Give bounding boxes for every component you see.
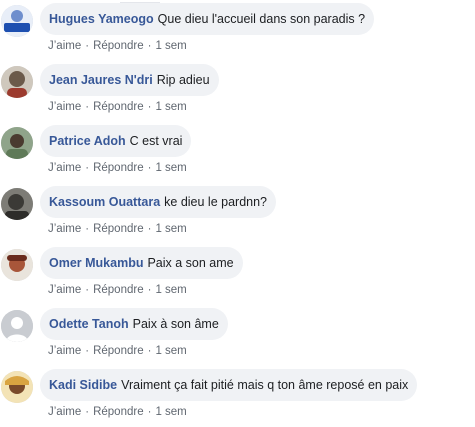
like-button[interactable]: J’aime [48,406,81,418]
comment-text: Paix a son ame [147,256,234,270]
reply-button[interactable]: Répondre [93,284,144,296]
profile-photo-icon [1,188,33,220]
comment-actions: J’aime · Répondre · 1 sem [48,40,187,52]
comment-actions: J’aime · Répondre · 1 sem [48,101,187,113]
comment-item: Omer Mukambu Paix a son ame J’aime · Répon… [0,244,475,305]
separator: · [85,223,90,235]
comment-timestamp[interactable]: 1 sem [155,162,186,174]
comment-item: Kassoum Ouattara ke dieu le pardnn? J’ai… [0,183,475,244]
like-button[interactable]: J’aime [48,162,81,174]
like-button[interactable]: J’aime [48,223,81,235]
like-button[interactable]: J’aime [48,345,81,357]
comment-bubble: Jean Jaures N'dri Rip adieu [40,64,219,96]
reply-button[interactable]: Répondre [93,101,144,113]
reply-button[interactable]: Répondre [93,162,144,174]
default-user-icon [1,310,33,342]
like-button[interactable]: J’aime [48,284,81,296]
comment-bubble: Hugues Yameogo Que dieu l'accueil dans s… [40,3,375,35]
separator: · [85,101,90,113]
comment-item: Kadi Sidibe Vraiment ça fait pitié mais … [0,366,475,427]
separator: · [147,40,152,52]
comment-text: C est vrai [129,134,183,148]
comment-author[interactable]: Patrice Adoh [49,134,126,148]
avatar[interactable] [1,66,33,98]
avatar[interactable] [1,249,33,281]
comment-item: Patrice Adoh C est vrai J’aime · Répondre ·… [0,122,475,183]
comment-bubble: Kassoum Ouattara ke dieu le pardnn? [40,186,277,218]
comment-timestamp[interactable]: 1 sem [155,406,186,418]
comment-author[interactable]: Kadi Sidibe [49,378,117,392]
comment-timestamp[interactable]: 1 sem [155,101,186,113]
like-button[interactable]: J’aime [48,40,81,52]
reply-button[interactable]: Répondre [93,345,144,357]
profile-photo-icon [1,371,33,403]
avatar[interactable] [1,310,33,342]
avatar[interactable] [1,188,33,220]
comment-item: Hugues Yameogo Que dieu l'accueil dans s… [0,0,475,61]
separator: · [147,162,152,174]
avatar[interactable] [1,5,33,37]
comment-actions: J’aime · Répondre · 1 sem [48,284,187,296]
separator: · [147,284,152,296]
profile-photo-icon [1,5,33,37]
comment-text: Que dieu l'accueil dans son paradis ? [157,12,366,26]
comment-actions: J’aime · Répondre · 1 sem [48,406,187,418]
separator: · [147,223,152,235]
reply-button[interactable]: Répondre [93,406,144,418]
comment-timestamp[interactable]: 1 sem [155,345,186,357]
comment-author[interactable]: Omer Mukambu [49,256,143,270]
separator: · [85,345,90,357]
like-button[interactable]: J’aime [48,101,81,113]
comment-timestamp[interactable]: 1 sem [155,40,186,52]
comment-bubble: Patrice Adoh C est vrai [40,125,192,157]
comment-author[interactable]: Kassoum Ouattara [49,195,160,209]
profile-photo-icon [1,249,33,281]
comment-actions: J’aime · Répondre · 1 sem [48,162,187,174]
avatar[interactable] [1,127,33,159]
comment-item: Jean Jaures N'dri Rip adieu J’aime · Répon… [0,61,475,122]
comment-item: Odette Tanoh Paix à son âme J’aime · Répon… [0,305,475,366]
comment-author[interactable]: Odette Tanoh [49,317,129,331]
separator: · [85,162,90,174]
comment-bubble: Omer Mukambu Paix a son ame [40,247,243,279]
separator: · [147,406,152,418]
comment-actions: J’aime · Répondre · 1 sem [48,223,187,235]
comment-actions: J’aime · Répondre · 1 sem [48,345,187,357]
comment-text: Rip adieu [156,73,210,87]
comment-text: ke dieu le pardnn? [164,195,268,209]
comment-author[interactable]: Jean Jaures N'dri [49,73,153,87]
avatar[interactable] [1,371,33,403]
reply-button[interactable]: Répondre [93,40,144,52]
separator: · [85,284,90,296]
comment-text: Paix à son âme [132,317,219,331]
separator: · [85,406,90,418]
comment-author[interactable]: Hugues Yameogo [49,12,154,26]
comment-timestamp[interactable]: 1 sem [155,223,186,235]
reply-button[interactable]: Répondre [93,223,144,235]
comment-bubble: Odette Tanoh Paix à son âme [40,308,228,340]
comment-bubble: Kadi Sidibe Vraiment ça fait pitié mais … [40,369,418,401]
separator: · [85,40,90,52]
separator: · [147,345,152,357]
profile-photo-icon [1,66,33,98]
separator: · [147,101,152,113]
comment-text: Vraiment ça fait pitié mais q ton âme re… [121,378,409,392]
comment-timestamp[interactable]: 1 sem [155,284,186,296]
profile-photo-icon [1,127,33,159]
